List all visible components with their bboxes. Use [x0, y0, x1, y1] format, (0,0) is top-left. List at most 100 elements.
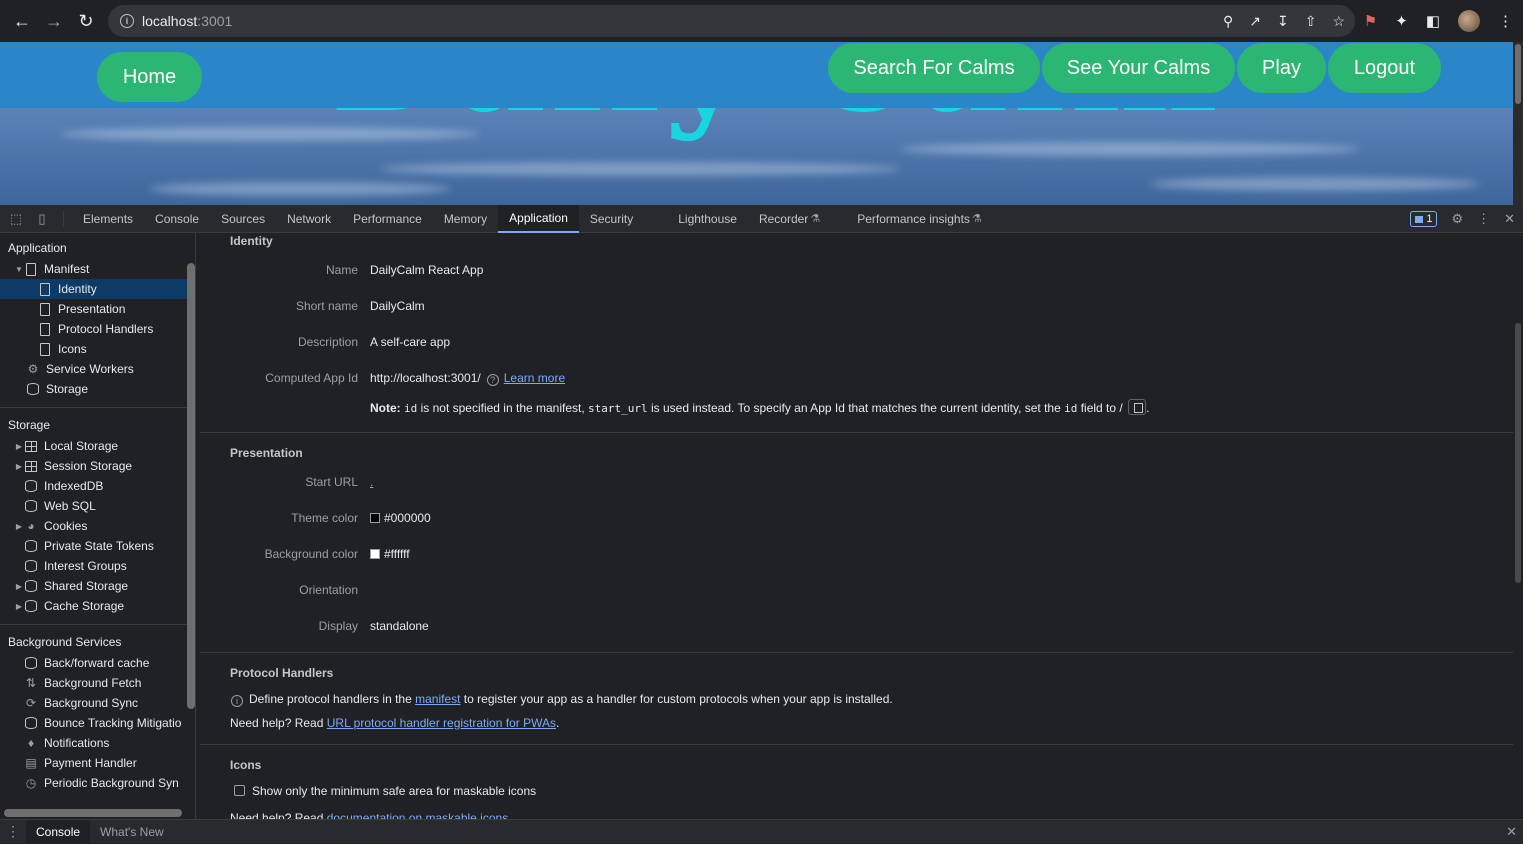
sidebar-item-payment-handler[interactable]: ▤ Payment Handler — [0, 753, 195, 773]
expand-arrow-icon[interactable]: ▶ — [14, 522, 24, 531]
close-devtools-icon[interactable]: ✕ — [1504, 211, 1515, 227]
learn-more-link[interactable]: Learn more — [504, 371, 565, 385]
expand-arrow-icon[interactable]: ▶ — [14, 462, 24, 471]
sidebar-item-label: Periodic Background Syn — [44, 776, 179, 790]
database-icon — [24, 656, 38, 670]
bell-icon: ♦ — [27, 736, 35, 750]
content-scrollbar[interactable] — [1513, 233, 1523, 819]
sidebar-item-local-storage[interactable]: ▶ Local Storage — [0, 436, 195, 456]
protocol-handlers-section-title: Protocol Handlers — [230, 666, 334, 680]
sidebar-horizontal-scrollbar[interactable] — [4, 809, 182, 817]
issues-badge[interactable]: 1 — [1410, 211, 1438, 227]
sidebar-item-indexeddb[interactable]: IndexedDB — [0, 476, 195, 496]
database-icon — [24, 579, 38, 593]
sidebar-item-bfcache[interactable]: Back/forward cache — [0, 653, 195, 673]
tab-elements[interactable]: Elements — [72, 205, 144, 233]
sidebar-item-private-state-tokens[interactable]: Private State Tokens — [0, 536, 195, 556]
profile-avatar[interactable] — [1458, 10, 1480, 32]
page-scrollbar[interactable] — [1513, 42, 1523, 205]
more-options-icon[interactable]: ⋮ — [1477, 211, 1490, 227]
see-calms-button[interactable]: See Your Calms — [1042, 43, 1235, 93]
up-down-arrows-icon: ⇅ — [25, 676, 37, 690]
note-end: . — [1146, 401, 1150, 415]
sidebar-item-background-sync[interactable]: ⟳ Background Sync — [0, 693, 195, 713]
sidebar-item-background-fetch[interactable]: ⇅ Background Fetch — [0, 673, 195, 693]
search-calms-button[interactable]: Search For Calms — [828, 43, 1040, 93]
key-icon[interactable]: ⚲ — [1223, 13, 1233, 30]
sidebar-item-manifest[interactable]: ▼ Manifest — [0, 259, 195, 279]
sidebar-item-shared-storage[interactable]: ▶ Shared Storage — [0, 576, 195, 596]
inspect-element-icon[interactable]: ⬚ — [5, 205, 27, 233]
tab-recorder[interactable]: Recorder — [748, 205, 810, 233]
start-url-label: Start URL — [305, 475, 358, 489]
site-info-icon[interactable]: i — [120, 14, 134, 28]
tab-lighthouse[interactable]: Lighthouse — [667, 205, 748, 233]
expand-arrow-icon[interactable]: ▼ — [14, 265, 24, 274]
tab-application[interactable]: Application — [498, 204, 579, 233]
theme-color-value: #000000 — [384, 511, 431, 525]
expand-arrow-icon[interactable]: ▶ — [14, 442, 24, 451]
settings-gear-icon[interactable]: ⚙ — [1451, 211, 1463, 227]
drawer-tab-console[interactable]: Console — [26, 819, 91, 844]
database-icon — [24, 559, 38, 573]
sidebar-item-periodic-background-sync[interactable]: ◷ Periodic Background Syn — [0, 773, 195, 793]
sidebar-item-interest-groups[interactable]: Interest Groups — [0, 556, 195, 576]
sidebar-scrollbar[interactable] — [187, 263, 195, 709]
tab-sources[interactable]: Sources — [210, 205, 276, 233]
share-icon[interactable]: ⇧ — [1305, 13, 1317, 30]
document-icon — [24, 262, 38, 276]
tab-performance[interactable]: Performance — [342, 205, 433, 233]
play-button[interactable]: Play — [1237, 43, 1326, 93]
manifest-link[interactable]: manifest — [415, 692, 460, 706]
sidebar-item-storage[interactable]: Storage — [0, 379, 195, 399]
tab-security[interactable]: Security — [579, 205, 667, 233]
sidebar-item-protocol-handlers[interactable]: Protocol Handlers — [0, 319, 195, 339]
tab-console[interactable]: Console — [144, 205, 210, 233]
copy-icon[interactable] — [1128, 399, 1147, 415]
tab-memory[interactable]: Memory — [433, 205, 498, 233]
section-divider — [200, 652, 1513, 653]
sidebar-item-label: Background Sync — [44, 696, 139, 710]
sidebar-item-web-sql[interactable]: Web SQL — [0, 496, 195, 516]
background-color-row: #ffffff — [370, 547, 410, 561]
back-icon[interactable]: ← — [6, 5, 38, 37]
sidebar-item-service-workers[interactable]: ⚙ Service Workers — [0, 359, 195, 379]
sidebar-item-bounce-tracking[interactable]: Bounce Tracking Mitigatio — [0, 713, 195, 733]
drawer-tab-whats-new[interactable]: What's New — [90, 820, 174, 844]
install-icon[interactable]: ↧ — [1277, 13, 1289, 30]
address-bar[interactable]: i localhost:3001 ⚲ ↗ ↧ ⇧ ☆ — [108, 5, 1355, 37]
reload-icon[interactable]: ↻ — [70, 5, 102, 37]
tab-performance-insights[interactable]: Performance insights — [846, 205, 972, 233]
sidebar-item-label: Cookies — [44, 519, 88, 533]
device-toolbar-icon[interactable]: ▯ — [31, 205, 53, 233]
puzzle-icon[interactable]: ✦ — [1395, 12, 1408, 30]
sidebar-item-cookies[interactable]: ▶ ◕ Cookies — [0, 516, 195, 536]
expand-arrow-icon[interactable]: ▶ — [14, 582, 24, 591]
sidebar-item-label: Private State Tokens — [44, 539, 154, 553]
tab-network[interactable]: Network — [276, 205, 342, 233]
home-button[interactable]: Home — [97, 52, 202, 102]
sidebar-item-identity[interactable]: Identity — [0, 279, 195, 299]
sidebar-item-notifications[interactable]: ♦ Notifications — [0, 733, 195, 753]
sidebar-item-session-storage[interactable]: ▶ Session Storage — [0, 456, 195, 476]
open-external-icon[interactable]: ↗ — [1249, 13, 1261, 30]
maskable-checkbox[interactable] — [234, 785, 245, 796]
maskable-checkbox-row[interactable]: Show only the minimum safe area for mask… — [234, 784, 536, 798]
short-name-label: Short name — [295, 299, 358, 313]
forward-icon[interactable]: → — [38, 5, 70, 37]
drawer-menu-icon[interactable]: ⋮ — [0, 823, 26, 840]
side-panel-icon[interactable]: ◧ — [1426, 12, 1440, 30]
close-drawer-icon[interactable]: ✕ — [1506, 824, 1517, 840]
start-url-link[interactable]: . — [370, 475, 373, 489]
expand-arrow-icon[interactable]: ▶ — [14, 602, 24, 611]
url-protocol-handler-link[interactable]: URL protocol handler registration for PW… — [327, 716, 556, 730]
menu-icon[interactable]: ⋮ — [1498, 12, 1513, 30]
sidebar-item-icons[interactable]: Icons — [0, 339, 195, 359]
maskable-icons-doc-link[interactable]: documentation on maskable icons — [327, 811, 508, 819]
star-icon[interactable]: ☆ — [1332, 13, 1345, 30]
sidebar-item-cache-storage[interactable]: ▶ Cache Storage — [0, 596, 195, 616]
logout-button[interactable]: Logout — [1328, 43, 1441, 93]
extension-badge-icon[interactable]: ⚑ — [1364, 12, 1377, 30]
sidebar-item-presentation[interactable]: Presentation — [0, 299, 195, 319]
database-icon — [24, 499, 38, 513]
